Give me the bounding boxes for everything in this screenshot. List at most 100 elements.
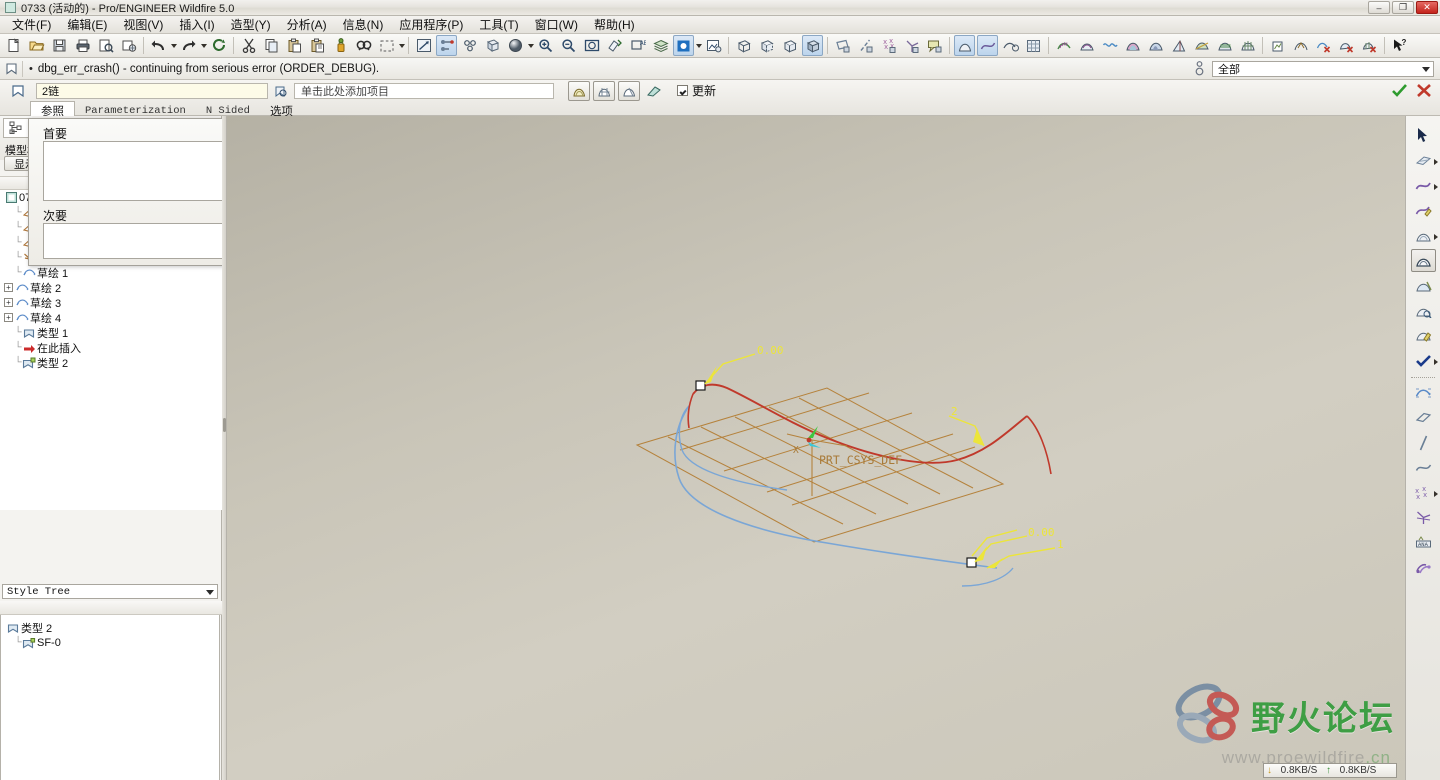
- secondary-chain-collector[interactable]: 单击此处添加项目: [294, 82, 554, 99]
- surface-boundary-icon[interactable]: [1410, 249, 1436, 272]
- surface-connect-icon[interactable]: [1411, 299, 1436, 322]
- cross-icon[interactable]: [1416, 83, 1432, 101]
- curvature-icon[interactable]: [1099, 35, 1120, 56]
- repaint-icon[interactable]: [413, 35, 434, 56]
- datum-display-dropdown-arrow[interactable]: [695, 35, 702, 56]
- lock-icon[interactable]: [330, 35, 351, 56]
- datum-axis-icon[interactable]: [1411, 431, 1436, 454]
- shade-dropdown-arrow[interactable]: [527, 35, 534, 56]
- datum-csys-icon[interactable]: [1411, 506, 1436, 529]
- datum-point-icon[interactable]: xxxx: [1411, 481, 1438, 504]
- surface-type-mesh-button[interactable]: [593, 80, 615, 101]
- reorient-icon[interactable]: [604, 35, 625, 56]
- curve-edit-icon[interactable]: [1411, 199, 1436, 222]
- regenerate-icon[interactable]: [208, 35, 229, 56]
- tree-node-sketch-4[interactable]: + 草绘 4: [0, 310, 222, 325]
- redo-icon[interactable]: [178, 35, 199, 56]
- find-icon[interactable]: [353, 35, 374, 56]
- preview-surface-button[interactable]: [643, 81, 665, 101]
- flyout-arrow-icon[interactable]: [1433, 159, 1438, 165]
- expand-toggle[interactable]: +: [4, 313, 13, 322]
- restore-button[interactable]: ❐: [1392, 1, 1414, 14]
- shade-icon[interactable]: [482, 35, 503, 56]
- menu-edit[interactable]: 编辑(E): [59, 15, 115, 34]
- style-surface-icon[interactable]: [954, 35, 975, 56]
- redo-dropdown-arrow[interactable]: [200, 35, 207, 56]
- wireframe-icon[interactable]: [733, 35, 754, 56]
- flyout-arrow-icon[interactable]: [1433, 184, 1438, 190]
- datum-plane-icon[interactable]: [832, 35, 853, 56]
- datum-plane-display-icon[interactable]: [673, 35, 694, 56]
- style-view-icon[interactable]: [1000, 35, 1021, 56]
- print-preview-icon[interactable]: [95, 35, 116, 56]
- update-checkbox[interactable]: [677, 85, 688, 96]
- selection-box-icon[interactable]: [376, 35, 397, 56]
- datum-curve-icon[interactable]: [1411, 456, 1436, 479]
- menu-analysis[interactable]: 分析(A): [279, 15, 335, 34]
- new-file-icon[interactable]: [3, 35, 24, 56]
- sketch-curve-icon[interactable]: [1411, 381, 1436, 404]
- minimize-button[interactable]: –: [1368, 1, 1390, 14]
- datum-point-icon[interactable]: xxxx: [878, 35, 899, 56]
- paste-special-icon[interactable]: [307, 35, 328, 56]
- dynamic-view-icon[interactable]: [459, 35, 480, 56]
- spin-center-icon[interactable]: [436, 35, 457, 56]
- check-icon[interactable]: [1391, 83, 1408, 101]
- tree-node-sketch-2[interactable]: + 草绘 2: [0, 280, 222, 295]
- surface-analysis-icon[interactable]: [1076, 35, 1097, 56]
- menu-info[interactable]: 信息(N): [335, 15, 392, 34]
- copy-icon[interactable]: [261, 35, 282, 56]
- tree-node-sketch-3[interactable]: + 草绘 3: [0, 295, 222, 310]
- annotation-icon[interactable]: [924, 35, 945, 56]
- undo-dropdown-arrow[interactable]: [170, 35, 177, 56]
- menu-file[interactable]: 文件(F): [4, 15, 59, 34]
- datum-plane-icon[interactable]: [1411, 406, 1436, 429]
- search-chain-icon[interactable]: [268, 84, 294, 98]
- analysis-quick-icon[interactable]: [1290, 35, 1311, 56]
- model-tree-tab-icon[interactable]: [3, 118, 29, 138]
- style-tree[interactable]: 类型 2 └ SF-0: [0, 615, 220, 780]
- style-curve-icon[interactable]: [977, 35, 998, 56]
- menu-help[interactable]: 帮助(H): [586, 15, 643, 34]
- shading-icon[interactable]: [802, 35, 823, 56]
- zoom-in-icon[interactable]: [535, 35, 556, 56]
- surface-type-boundary-button[interactable]: [568, 80, 590, 101]
- datum-axis-icon[interactable]: [855, 35, 876, 56]
- flyout-arrow-icon[interactable]: [1433, 491, 1438, 497]
- primary-chain-collector[interactable]: 2链: [36, 82, 268, 99]
- select-arrow-icon[interactable]: [1411, 124, 1436, 147]
- paste-icon[interactable]: [284, 35, 305, 56]
- cut-icon[interactable]: [238, 35, 259, 56]
- splitter-grip[interactable]: [223, 418, 226, 432]
- reflection-icon[interactable]: [1145, 35, 1166, 56]
- menu-applications[interactable]: 应用程序(P): [391, 15, 471, 34]
- no-hidden-icon[interactable]: [779, 35, 800, 56]
- datum-plane-tool-icon[interactable]: [1411, 149, 1438, 172]
- shaded-curvature-icon[interactable]: [1122, 35, 1143, 56]
- menu-window[interactable]: 窗口(W): [527, 15, 586, 34]
- sphere-shade-icon[interactable]: [505, 35, 526, 56]
- zoom-out-icon[interactable]: [558, 35, 579, 56]
- mesh-surface-icon[interactable]: [1237, 35, 1258, 56]
- open-folder-icon[interactable]: [26, 35, 47, 56]
- tree-node-insert-here[interactable]: └ 在此插入: [0, 340, 222, 355]
- surface-create-icon[interactable]: [1411, 224, 1438, 247]
- menu-style[interactable]: 造型(Y): [223, 15, 279, 34]
- curve-analysis-icon[interactable]: [1053, 35, 1074, 56]
- reference-icon[interactable]: [1411, 556, 1436, 579]
- accept-check-icon[interactable]: [1411, 349, 1438, 372]
- graphics-window[interactable]: 0.00 2 0.00 0.00 1 PRT_CSYS_DEF X 野火论坛: [227, 116, 1405, 780]
- tree-node-sketch-1[interactable]: └ 草绘 1: [0, 265, 222, 280]
- context-help-icon[interactable]: ?: [1389, 35, 1410, 56]
- selection-dropdown-arrow[interactable]: [398, 35, 405, 56]
- surface-edit-icon[interactable]: [1411, 324, 1436, 347]
- expand-toggle[interactable]: +: [4, 283, 13, 292]
- style-tree-selector[interactable]: Style Tree: [2, 584, 218, 599]
- save-icon[interactable]: [49, 35, 70, 56]
- section-analysis-icon[interactable]: [1214, 35, 1235, 56]
- print-icon[interactable]: [72, 35, 93, 56]
- expand-toggle[interactable]: +: [4, 298, 13, 307]
- selection-filter-dropdown[interactable]: 全部: [1212, 61, 1434, 77]
- mail-icon[interactable]: [118, 35, 139, 56]
- flyout-arrow-icon[interactable]: [1433, 359, 1438, 365]
